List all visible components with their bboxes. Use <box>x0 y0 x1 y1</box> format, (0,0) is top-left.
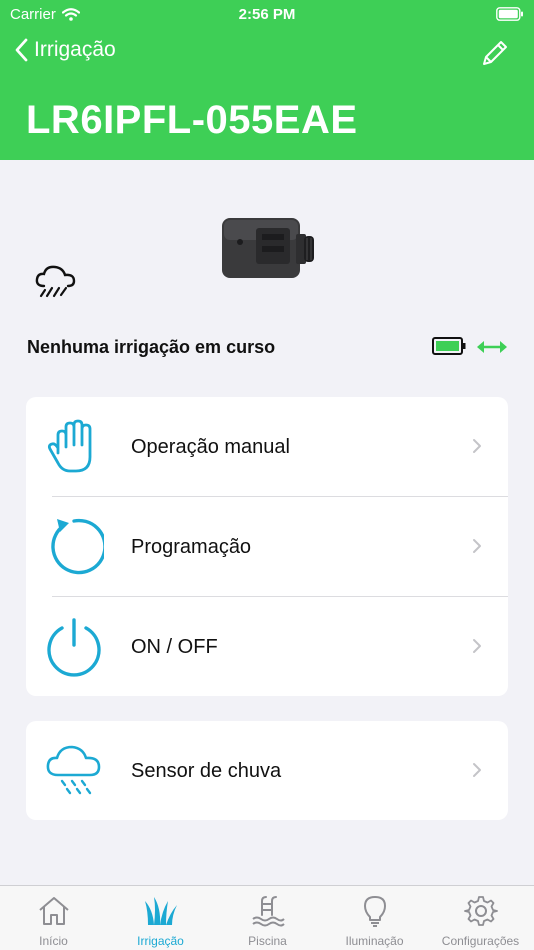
rain-sensor-card: Sensor de chuva <box>26 721 508 820</box>
device-image <box>222 218 314 278</box>
irrigation-status: Nenhuma irrigação em curso <box>27 337 276 357</box>
status-bar: Carrier 2:56 PM <box>0 0 534 30</box>
tab-irrigation[interactable]: Irrigação <box>107 886 214 950</box>
status-time: 2:56 PM <box>238 6 296 23</box>
tab-label: Configurações <box>441 934 520 948</box>
irrigation-menu: Operação manual Programação ON / OFF <box>26 397 508 696</box>
back-button[interactable]: Irrigação <box>14 38 116 62</box>
device-title: LR6IPFL-055EAE <box>26 98 358 142</box>
bulb-icon <box>363 896 386 927</box>
menu-item-label: Sensor de chuva <box>131 760 282 782</box>
tab-pool[interactable]: Piscina <box>214 886 321 950</box>
menu-item-schedule[interactable]: Programação <box>26 497 508 597</box>
tab-settings[interactable]: Configurações <box>427 886 534 950</box>
tab-lighting[interactable]: Iluminação <box>321 886 428 950</box>
tab-label: Início <box>39 934 68 948</box>
chevron-right-icon <box>473 539 481 553</box>
back-label: Irrigação <box>34 38 116 61</box>
menu-item-label: ON / OFF <box>131 636 218 658</box>
hand-icon <box>47 419 92 473</box>
device-battery-icon <box>432 337 466 355</box>
refresh-icon <box>51 518 104 575</box>
tab-bar: Início Irrigação Piscina Iluminação Conf… <box>0 885 534 950</box>
menu-item-label: Operação manual <box>131 436 290 458</box>
power-icon <box>47 618 101 677</box>
grass-icon <box>144 897 177 925</box>
edit-button[interactable] <box>480 38 510 73</box>
rain-cloud-icon <box>46 745 101 795</box>
chevron-right-icon <box>473 439 481 453</box>
tab-label: Piscina <box>248 934 287 948</box>
tab-home[interactable]: Início <box>0 886 107 950</box>
chevron-left-icon <box>15 38 28 62</box>
header: Carrier 2:56 PM Irrigação LR6IPFL-055EAE <box>0 0 534 160</box>
menu-item-label: Programação <box>131 536 252 558</box>
tab-label: Iluminação <box>345 934 404 948</box>
nav-bar: Irrigação <box>0 36 534 76</box>
tab-label: Irrigação <box>137 934 184 948</box>
gear-icon <box>463 896 498 926</box>
menu-item-on-off[interactable]: ON / OFF <box>26 597 508 696</box>
menu-item-manual-operation[interactable]: Operação manual <box>26 397 508 497</box>
chevron-right-icon <box>473 639 481 653</box>
chevron-right-icon <box>473 763 481 777</box>
rain-cloud-icon <box>35 265 76 298</box>
status-battery-icon <box>496 7 523 21</box>
pool-icon <box>251 896 285 927</box>
pencil-icon <box>483 41 507 65</box>
home-icon <box>38 897 69 925</box>
connection-arrows-icon <box>477 341 507 353</box>
menu-item-rain-sensor[interactable]: Sensor de chuva <box>26 721 508 820</box>
